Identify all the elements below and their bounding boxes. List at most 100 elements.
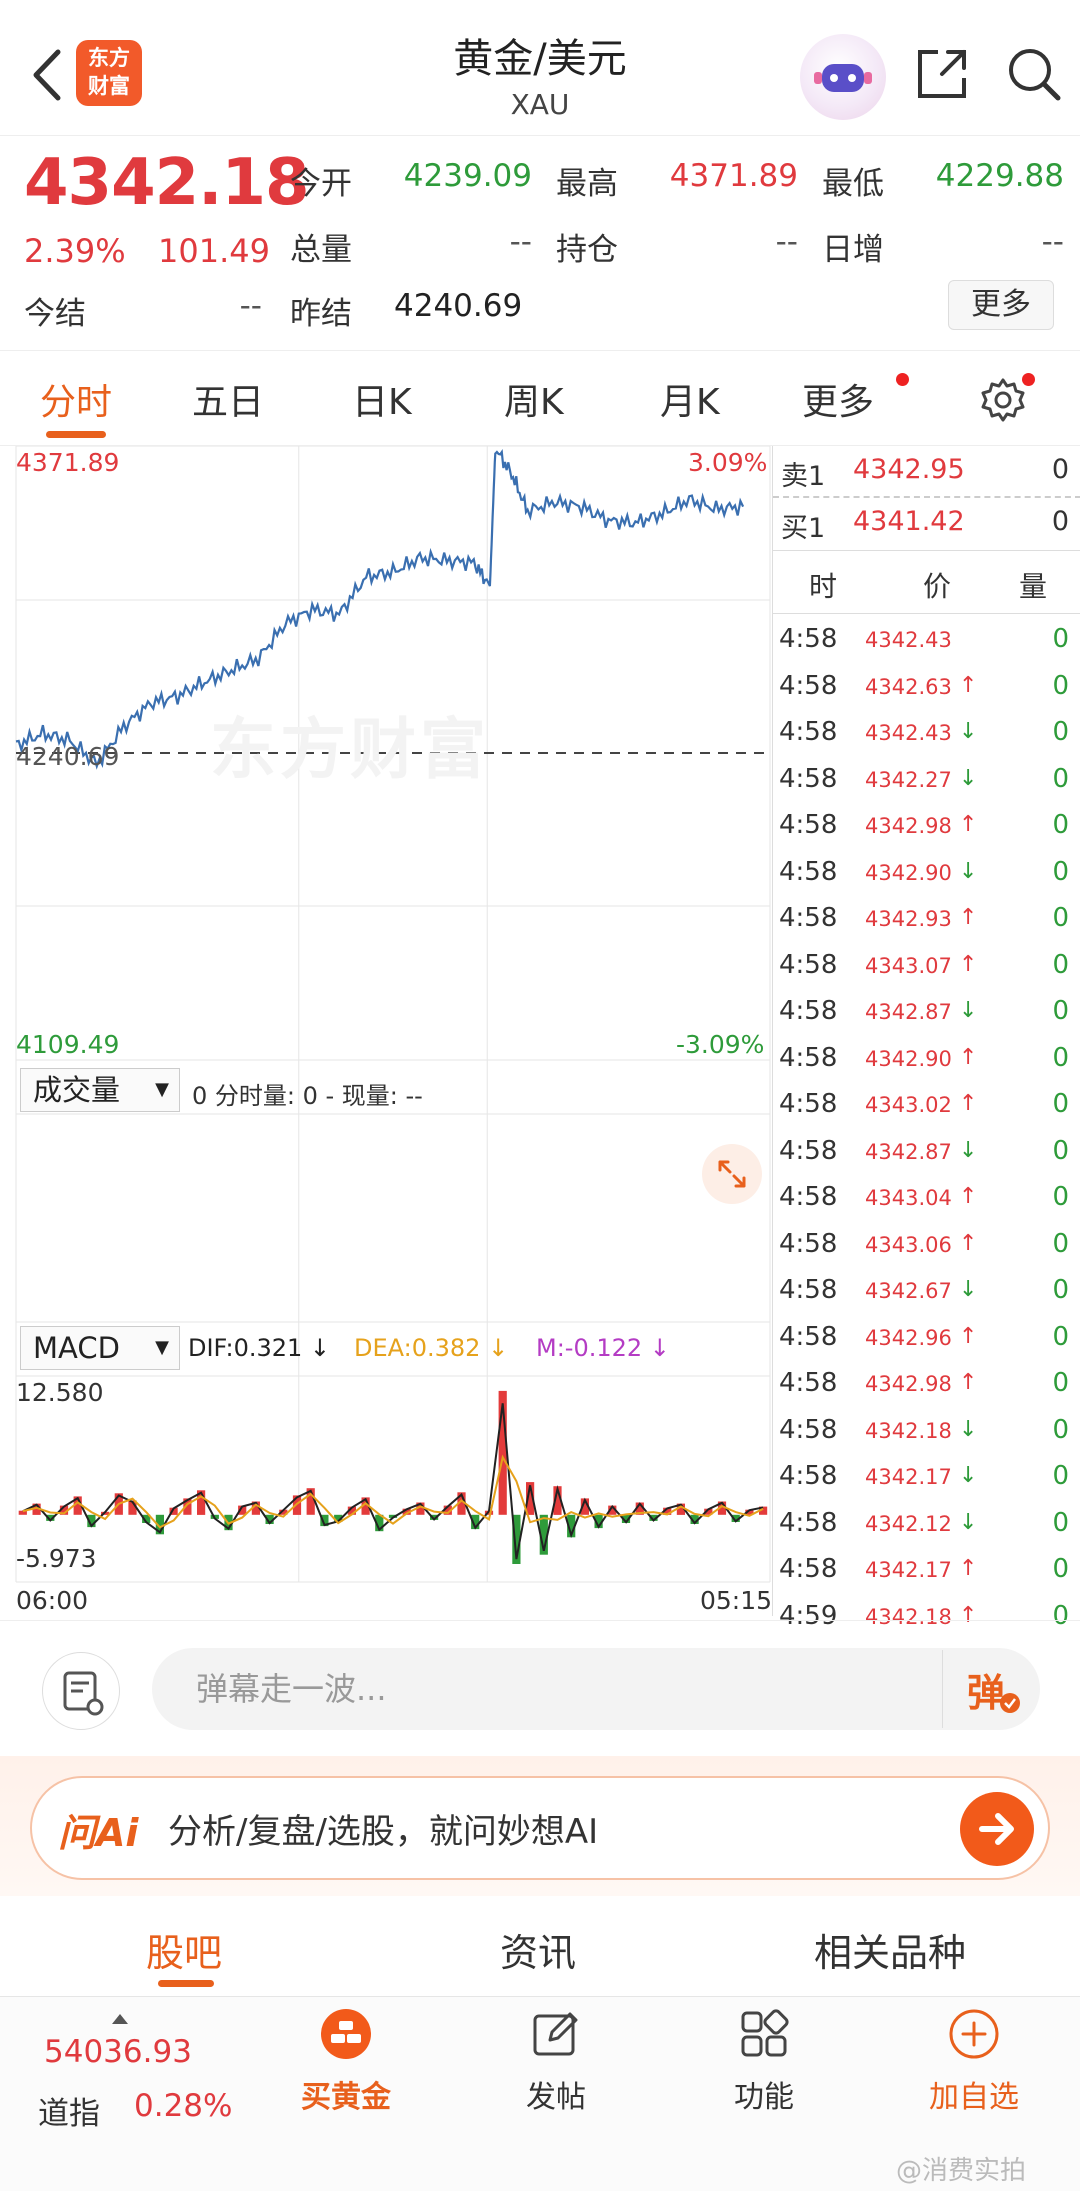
logo-text-line1: 东方 [88, 46, 130, 70]
logo-text-line2: 财富 [88, 74, 130, 98]
field-value-open: 4239.09 [403, 158, 532, 194]
tick-row: 4:58 4342.87 ↓ 0 [773, 1130, 1080, 1176]
macd-dif: DIF:0.321 ↓ [188, 1334, 331, 1362]
macd-indicator-select[interactable]: MACD ▼ [20, 1326, 180, 1370]
buy-1-label: 买1 [781, 513, 826, 544]
ai-robot-avatar[interactable] [800, 34, 886, 120]
image-watermark: @消费实拍 [896, 2156, 1027, 2186]
settings-badge [1022, 373, 1035, 386]
arrow-up-icon: ↑ [959, 1230, 978, 1256]
field-label-low: 最低 [822, 166, 884, 202]
tick-volume: 0 [1052, 624, 1069, 654]
tick-price: 4342.43 [865, 628, 952, 652]
tick-time: 4:58 [779, 1135, 838, 1166]
tick-row: 4:58 4343.07 ↑ 0 [773, 944, 1080, 990]
robot-icon [814, 64, 872, 92]
macd-bottom-label: -5.973 [16, 1544, 97, 1573]
tick-time: 4:58 [779, 1554, 838, 1584]
tick-row: 4:58 4342.17 ↓ 0 [773, 1455, 1080, 1501]
tick-volume: 0 [1052, 1042, 1069, 1073]
field-label-settlement: 今结 [24, 296, 86, 332]
macd-m: M:-0.122 ↓ [536, 1334, 670, 1362]
field-label-high: 最高 [556, 166, 618, 202]
field-value-open-interest: -- [775, 224, 798, 260]
chevron-down-icon: ▼ [155, 1079, 169, 1100]
tick-price: 4343.07 [865, 953, 952, 978]
nav-buy-gold[interactable]: 买黄金 [266, 2008, 426, 2116]
gold-bars-icon [321, 2009, 371, 2059]
sell-1-row: 卖1 4342.95 0 [773, 446, 1080, 498]
nav-functions[interactable]: 功能 [684, 2008, 844, 2116]
index-name: 道指 [38, 2096, 100, 2132]
tab-related[interactable]: 相关品种 [814, 1922, 966, 1977]
tick-row: 4:58 4342.87 ↓ 0 [773, 990, 1080, 1036]
tick-time: 4:58 [779, 1182, 838, 1212]
tab-more[interactable]: 更多 [802, 373, 874, 425]
triangle-up-icon [112, 2014, 128, 2024]
expand-icon[interactable] [700, 1142, 764, 1206]
tab-news[interactable]: 资讯 [500, 1922, 576, 1977]
index-ticker[interactable]: 54036.93 道指 0.28% [22, 2012, 262, 2162]
share-icon[interactable] [912, 44, 972, 104]
index-percent: 0.28% [134, 2088, 233, 2124]
order-book: 卖1 4342.95 0 买1 4341.42 0 时 价 量 4:58 4342… [772, 446, 1080, 1631]
plus-circle-icon [949, 2009, 999, 2059]
arrow-up-icon: ↑ [959, 1323, 978, 1349]
tick-time: 4:58 [779, 1228, 838, 1259]
comment-settings-button[interactable] [42, 1652, 120, 1730]
ai-submit-button[interactable] [960, 1792, 1034, 1866]
tick-price: 4342.18 [865, 1418, 952, 1443]
search-icon[interactable] [1004, 44, 1064, 104]
tab-weekly-k[interactable]: 周K [504, 373, 564, 425]
tick-row: 4:58 4343.06 ↑ 0 [773, 1223, 1080, 1269]
sell-1-volume: 0 [1051, 454, 1069, 485]
col-time-header: 时 [809, 570, 838, 603]
tab-monthly-k[interactable]: 月K [660, 373, 720, 425]
macd-dif-line [22, 1403, 764, 1560]
tick-volume: 0 [1052, 810, 1069, 840]
back-icon[interactable] [22, 40, 72, 110]
grid-apps-icon [741, 2009, 789, 2057]
tick-row: 4:58 4342.43 0 [773, 618, 1080, 664]
tick-volume: 0 [1052, 1461, 1069, 1491]
field-label-daily-increase: 日增 [822, 232, 884, 268]
index-value: 54036.93 [44, 2034, 192, 2070]
period-tabs: 分时 五日 日K 周K 月K 更多 [0, 350, 1080, 446]
tab-intraday[interactable]: 分时 [40, 373, 112, 425]
pct-top-label: 3.09% [688, 448, 768, 477]
tick-row: 4:58 4343.04 ↑ 0 [773, 1176, 1080, 1222]
tick-price: 4342.98 [865, 814, 952, 838]
tick-volume: 0 [1052, 1507, 1069, 1538]
tick-time: 4:58 [779, 810, 838, 840]
arrow-up-icon: ↑ [959, 1556, 978, 1581]
settings-icon[interactable] [978, 375, 1028, 425]
tick-time: 4:58 [779, 1042, 838, 1073]
danmu-toggle-button[interactable]: 弹 [942, 1650, 1038, 1728]
tick-time: 4:58 [779, 1275, 838, 1305]
y-max-label: 4371.89 [16, 448, 120, 477]
danmu-input[interactable]: 弹幕走一波... [152, 1648, 1040, 1730]
sell-1-price: 4342.95 [853, 454, 965, 485]
tab-five-day[interactable]: 五日 [192, 373, 264, 425]
quote-more-button[interactable]: 更多 [948, 280, 1054, 330]
tick-row: 4:58 4342.96 ↑ 0 [773, 1316, 1080, 1362]
tick-price: 4342.93 [865, 907, 952, 931]
edit-icon [533, 2012, 578, 2056]
tab-forum[interactable]: 股吧 [146, 1922, 222, 1977]
tab-daily-k[interactable]: 日K [352, 373, 412, 425]
nav-post[interactable]: 发帖 [476, 2008, 636, 2116]
tick-price: 4342.87 [865, 1000, 952, 1024]
nav-add-watchlist[interactable]: 加自选 [894, 2008, 1054, 2116]
macd-select-label: MACD [33, 1331, 120, 1365]
tick-row: 4:58 4342.98 ↑ 0 [773, 804, 1080, 850]
tick-time: 4:58 [779, 996, 838, 1026]
tick-volume: 0 [1052, 1275, 1069, 1305]
nav-post-label: 发帖 [526, 2080, 586, 2115]
time-end-label: 05:15 [700, 1586, 773, 1615]
intraday-chart[interactable]: 4371.89 3.09% 4240.69 4109.49 -3.09% 东方财… [0, 446, 772, 1616]
tick-row: 4:58 4343.02 ↑ 0 [773, 1083, 1080, 1129]
volume-indicator-select[interactable]: 成交量 ▼ [20, 1068, 180, 1112]
ai-logo: 问Ai [58, 1811, 139, 1855]
comment-list-icon [63, 1671, 104, 1716]
tick-volume: 0 [1052, 1089, 1069, 1119]
